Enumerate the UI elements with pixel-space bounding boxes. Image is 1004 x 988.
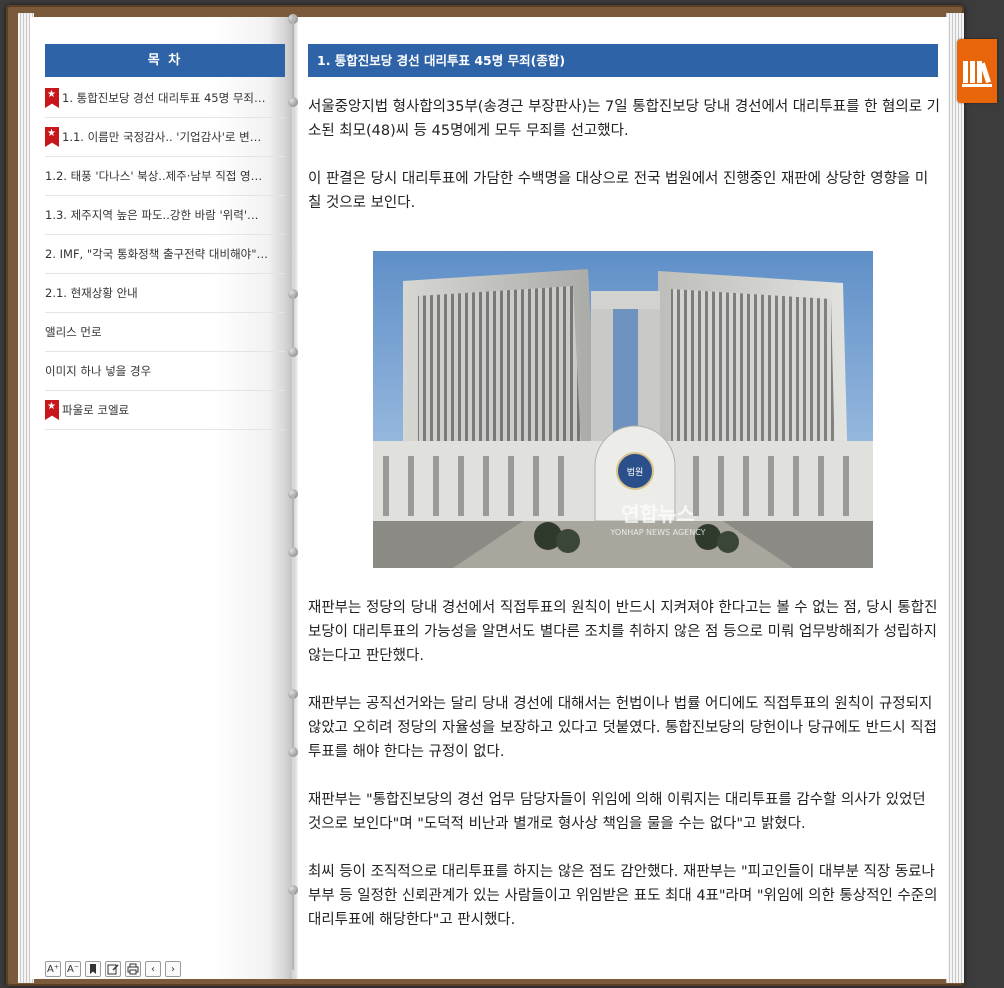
print-icon <box>127 963 139 975</box>
toc-item[interactable]: 앨리스 먼로 <box>45 313 285 352</box>
bookmark-icon <box>45 88 59 108</box>
article-title: 1. 통합진보당 경선 대리투표 45명 무죄(종합) <box>308 44 938 77</box>
memo-icon <box>107 964 119 975</box>
article-image: 법원 연합뉴스 YONHAP NEWS AGENCY <box>373 251 873 568</box>
toc-item-label: 2.1. 현재상황 안내 <box>45 286 138 300</box>
memo-button[interactable] <box>105 961 121 977</box>
spine-ring <box>288 347 298 357</box>
article-paragraph: 이 판결은 당시 대리투표에 가담한 수백명을 대상으로 전국 법원에서 진행중… <box>308 171 929 211</box>
article-paragraph: 재판부는 "통합진보당의 경선 업무 담당자들이 위임에 의해 이뤄지는 대리투… <box>308 792 926 832</box>
bookmark-icon <box>45 400 59 420</box>
spine-ring <box>288 547 298 557</box>
toc-item[interactable]: 1.2. 태풍 '다나스' 북상..제주·남부 직접 영… <box>45 157 285 196</box>
bookmark-button[interactable] <box>85 961 101 977</box>
font-increase-button[interactable]: A⁺ <box>45 961 61 977</box>
toc-item-label: 1.3. 제주지역 높은 파도..강한 바람 '위력'… <box>45 208 259 222</box>
article-paragraph: 최씨 등이 조직적으로 대리투표를 하지는 않은 점도 감안했다. 재판부는 "… <box>308 864 938 928</box>
spine-ring <box>288 747 298 757</box>
toc-item-label: 1. 통합진보당 경선 대리투표 45명 무죄… <box>62 91 266 105</box>
image-watermark-sub: YONHAP NEWS AGENCY <box>609 528 705 537</box>
spine-ring-link <box>292 294 294 352</box>
toc-item-label: 이미지 하나 넣을 경우 <box>45 364 152 378</box>
bookmark-icon <box>90 964 96 974</box>
toc-item-label: 1.1. 이름만 국정감사.. '기업감사'로 변… <box>62 130 262 144</box>
library-tab[interactable] <box>957 39 997 103</box>
toc-item-label: 파울로 코엘료 <box>62 403 130 417</box>
spine-ring-link <box>292 694 294 752</box>
court-emblem-text: 법원 <box>627 467 644 478</box>
toc-item[interactable]: 1. 통합진보당 경선 대리투표 45명 무죄… <box>45 79 285 118</box>
spine-ring-link <box>292 494 294 552</box>
toc-item-label: 앨리스 먼로 <box>45 325 102 339</box>
toc-list: 1. 통합진보당 경선 대리투표 45명 무죄… 1.1. 이름만 국정감사..… <box>45 79 285 430</box>
toc-item[interactable]: 파울로 코엘료 <box>45 391 285 430</box>
prev-page-button[interactable]: ‹ <box>145 961 161 977</box>
toc-item[interactable]: 1.3. 제주지역 높은 파도..강한 바람 '위력'… <box>45 196 285 235</box>
book-page: 목 차 1. 통합진보당 경선 대리투표 45명 무죄… 1.1. 이름만 국정… <box>30 14 948 979</box>
book-frame: 목 차 1. 통합진보당 경선 대리투표 45명 무죄… 1.1. 이름만 국정… <box>6 5 964 986</box>
toc-item[interactable]: 1.1. 이름만 국정감사.. '기업감사'로 변… <box>45 118 285 157</box>
spine-ring-link <box>292 890 294 970</box>
toc-item-label: 2. IMF, "각국 통화정책 출구전략 대비해야"… <box>45 247 269 261</box>
article-paragraph: 재판부는 공직선거와는 달리 당내 경선에 대해서는 헌법이나 법률 어디에도 … <box>308 696 937 760</box>
right-page-edges <box>946 13 964 983</box>
bookmark-icon <box>45 127 59 147</box>
toc-item-label: 1.2. 태풍 '다나스' 북상..제주·남부 직접 영… <box>45 169 263 183</box>
toc-item[interactable]: 2. IMF, "각국 통화정책 출구전략 대비해야"… <box>45 235 285 274</box>
spine-ring <box>288 97 298 107</box>
spine-ring-link <box>292 14 294 102</box>
article-paragraph: 서울중앙지법 형사합의35부(송경근 부장판사)는 7일 통합진보당 당내 경선… <box>308 99 941 139</box>
article-paragraph: 재판부는 정당의 당내 경선에서 직접투표의 원칙이 반드시 지켜져야 한다고는… <box>308 600 938 664</box>
toc-item[interactable]: 2.1. 현재상황 안내 <box>45 274 285 313</box>
court-building-illustration: 법원 연합뉴스 YONHAP NEWS AGENCY <box>373 251 873 568</box>
print-button[interactable] <box>125 961 141 977</box>
next-page-button[interactable]: › <box>165 961 181 977</box>
toc-item[interactable]: 이미지 하나 넣을 경우 <box>45 352 285 391</box>
reader-toolbar: A⁺ A⁻ ‹ › <box>45 961 181 977</box>
font-decrease-button[interactable]: A⁻ <box>65 961 81 977</box>
image-watermark: 연합뉴스 <box>621 502 695 526</box>
library-icon <box>962 61 992 87</box>
toc-header: 목 차 <box>45 44 285 77</box>
